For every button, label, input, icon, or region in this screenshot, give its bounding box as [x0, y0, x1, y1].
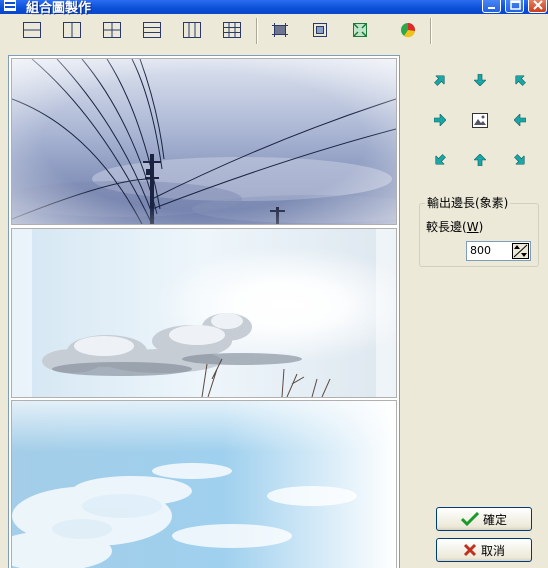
move-up-right-button[interactable] — [509, 69, 531, 91]
move-down-right-button[interactable] — [509, 149, 531, 171]
collage-window: 組合圖製作 輸出邊長(象素) 較長邊(W) 800 確定 取消 — [0, 0, 548, 568]
center-image-button[interactable] — [469, 109, 491, 131]
arrow-up-right-icon — [515, 75, 527, 87]
layout-3-cols-icon — [183, 22, 201, 38]
move-down-button[interactable] — [469, 69, 491, 91]
layout-3x3-icon — [223, 22, 241, 38]
longer-side-label: 較長邊(W) — [426, 220, 484, 234]
fit-icon — [313, 23, 327, 37]
app-icon — [4, 0, 16, 11]
arrow-left-icon — [514, 114, 526, 126]
ok-button[interactable]: 確定 — [436, 507, 532, 531]
cross-icon — [463, 543, 477, 557]
minimize-button[interactable] — [482, 0, 501, 13]
toolbar — [0, 14, 548, 48]
arrow-right-icon — [434, 114, 446, 126]
toolbar-separator — [430, 18, 432, 44]
resize-icon — [353, 23, 367, 37]
ok-button-label: 確定 — [482, 512, 507, 527]
maximize-icon — [510, 0, 521, 10]
toolbar-separator — [256, 18, 258, 44]
photo-blue-clouds — [12, 401, 396, 568]
crop-button[interactable] — [267, 17, 293, 43]
checkmark-icon — [460, 512, 479, 526]
maximize-button[interactable] — [505, 0, 524, 13]
layout-2x2-button[interactable] — [99, 17, 125, 43]
cancel-button-label: 取消 — [480, 543, 505, 558]
longer-side-input[interactable] — [468, 243, 514, 258]
move-up-button[interactable] — [469, 149, 491, 171]
layout-2-cols-icon — [63, 22, 81, 38]
collage-tile-power-lines[interactable] — [11, 58, 397, 225]
cancel-button[interactable]: 取消 — [436, 538, 532, 562]
longer-side-access-key: W — [466, 220, 479, 234]
spin-up-down-icon — [513, 244, 528, 258]
layout-3-rows-icon — [143, 22, 161, 38]
photo-sun-clouds — [12, 229, 396, 397]
move-up-left-button[interactable] — [429, 69, 451, 91]
move-right-button[interactable] — [429, 109, 451, 131]
layout-2-rows-button[interactable] — [19, 17, 45, 43]
move-left-button[interactable] — [509, 109, 531, 131]
layout-2-rows-icon — [23, 22, 41, 38]
layout-2x2-icon — [103, 22, 121, 38]
title-bar: 組合圖製作 — [0, 0, 548, 16]
layout-2-cols-button[interactable] — [59, 17, 85, 43]
arrow-up-left-icon — [433, 75, 445, 87]
color-icon — [401, 23, 415, 38]
minimize-icon — [488, 7, 495, 9]
photo-power-lines — [12, 59, 396, 224]
close-button[interactable] — [528, 0, 547, 13]
collage-tile-blue-clouds[interactable] — [11, 400, 397, 568]
layout-3x3-button[interactable] — [219, 17, 245, 43]
arrow-down-left-icon — [435, 153, 447, 165]
fit-button[interactable] — [307, 17, 333, 43]
arrow-down-right-icon — [513, 153, 525, 165]
move-down-left-button[interactable] — [429, 149, 451, 171]
layout-3-cols-button[interactable] — [179, 17, 205, 43]
picture-icon — [472, 112, 488, 128]
position-arrows — [425, 66, 535, 176]
longer-side-spin-button[interactable] — [512, 243, 529, 259]
arrow-down-icon — [474, 74, 486, 86]
color-button[interactable] — [395, 17, 421, 43]
collage-tile-sun-clouds[interactable] — [11, 228, 397, 398]
resize-button[interactable] — [347, 17, 373, 43]
layout-3-rows-button[interactable] — [139, 17, 165, 43]
crop-icon — [272, 23, 288, 37]
close-icon — [533, 0, 543, 10]
output-size-group-title: 輸出邊長(象素) — [425, 194, 511, 211]
collage-preview — [8, 55, 400, 568]
longer-side-spinbox — [466, 241, 531, 261]
arrow-up-icon — [474, 154, 486, 166]
